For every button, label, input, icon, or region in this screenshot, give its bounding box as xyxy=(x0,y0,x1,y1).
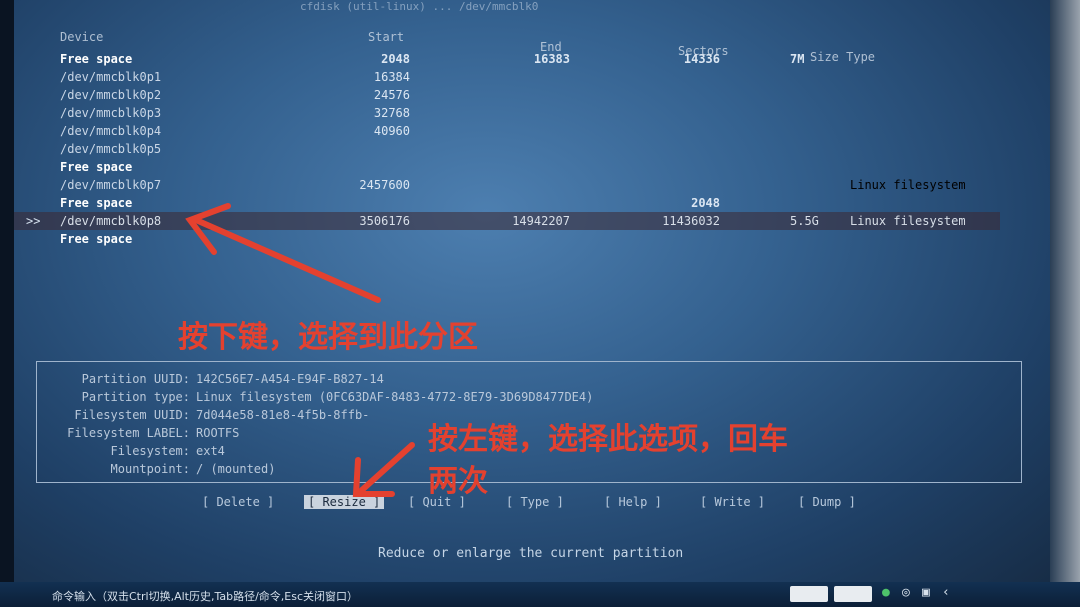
more-icon[interactable]: ‹ xyxy=(942,585,950,600)
command-bar-label: 命令输入（双击Ctrl切换,Alt历史,Tab路径/命令,Esc关闭窗口） xyxy=(52,590,359,603)
terminal-screen: cfdisk (util-linux) ... /dev/mmcblk0 Dev… xyxy=(0,0,1080,607)
annotation-select-option: 按左键，选择此选项，回车 xyxy=(428,422,788,457)
annotation-arrows xyxy=(185,203,415,497)
monitor-bezel-right xyxy=(1050,0,1080,607)
taskbar-button-2[interactable] xyxy=(834,586,872,602)
taskbar-button-1[interactable] xyxy=(790,586,828,602)
settings-icon[interactable]: ◎ xyxy=(902,585,910,600)
command-bar[interactable]: 命令输入（双击Ctrl切换,Alt历史,Tab路径/命令,Esc关闭窗口） ● … xyxy=(0,582,1080,607)
microphone-icon[interactable]: ● xyxy=(882,585,890,600)
annotation-select-partition: 按下键，选择到此分区 xyxy=(178,320,478,355)
clipboard-icon[interactable]: ▣ xyxy=(922,585,930,600)
monitor-bezel-left xyxy=(0,0,14,607)
arrow-to-resize xyxy=(359,442,415,493)
arrow-to-partition xyxy=(193,217,381,303)
annotation-press-enter-twice: 两次 xyxy=(428,464,488,499)
